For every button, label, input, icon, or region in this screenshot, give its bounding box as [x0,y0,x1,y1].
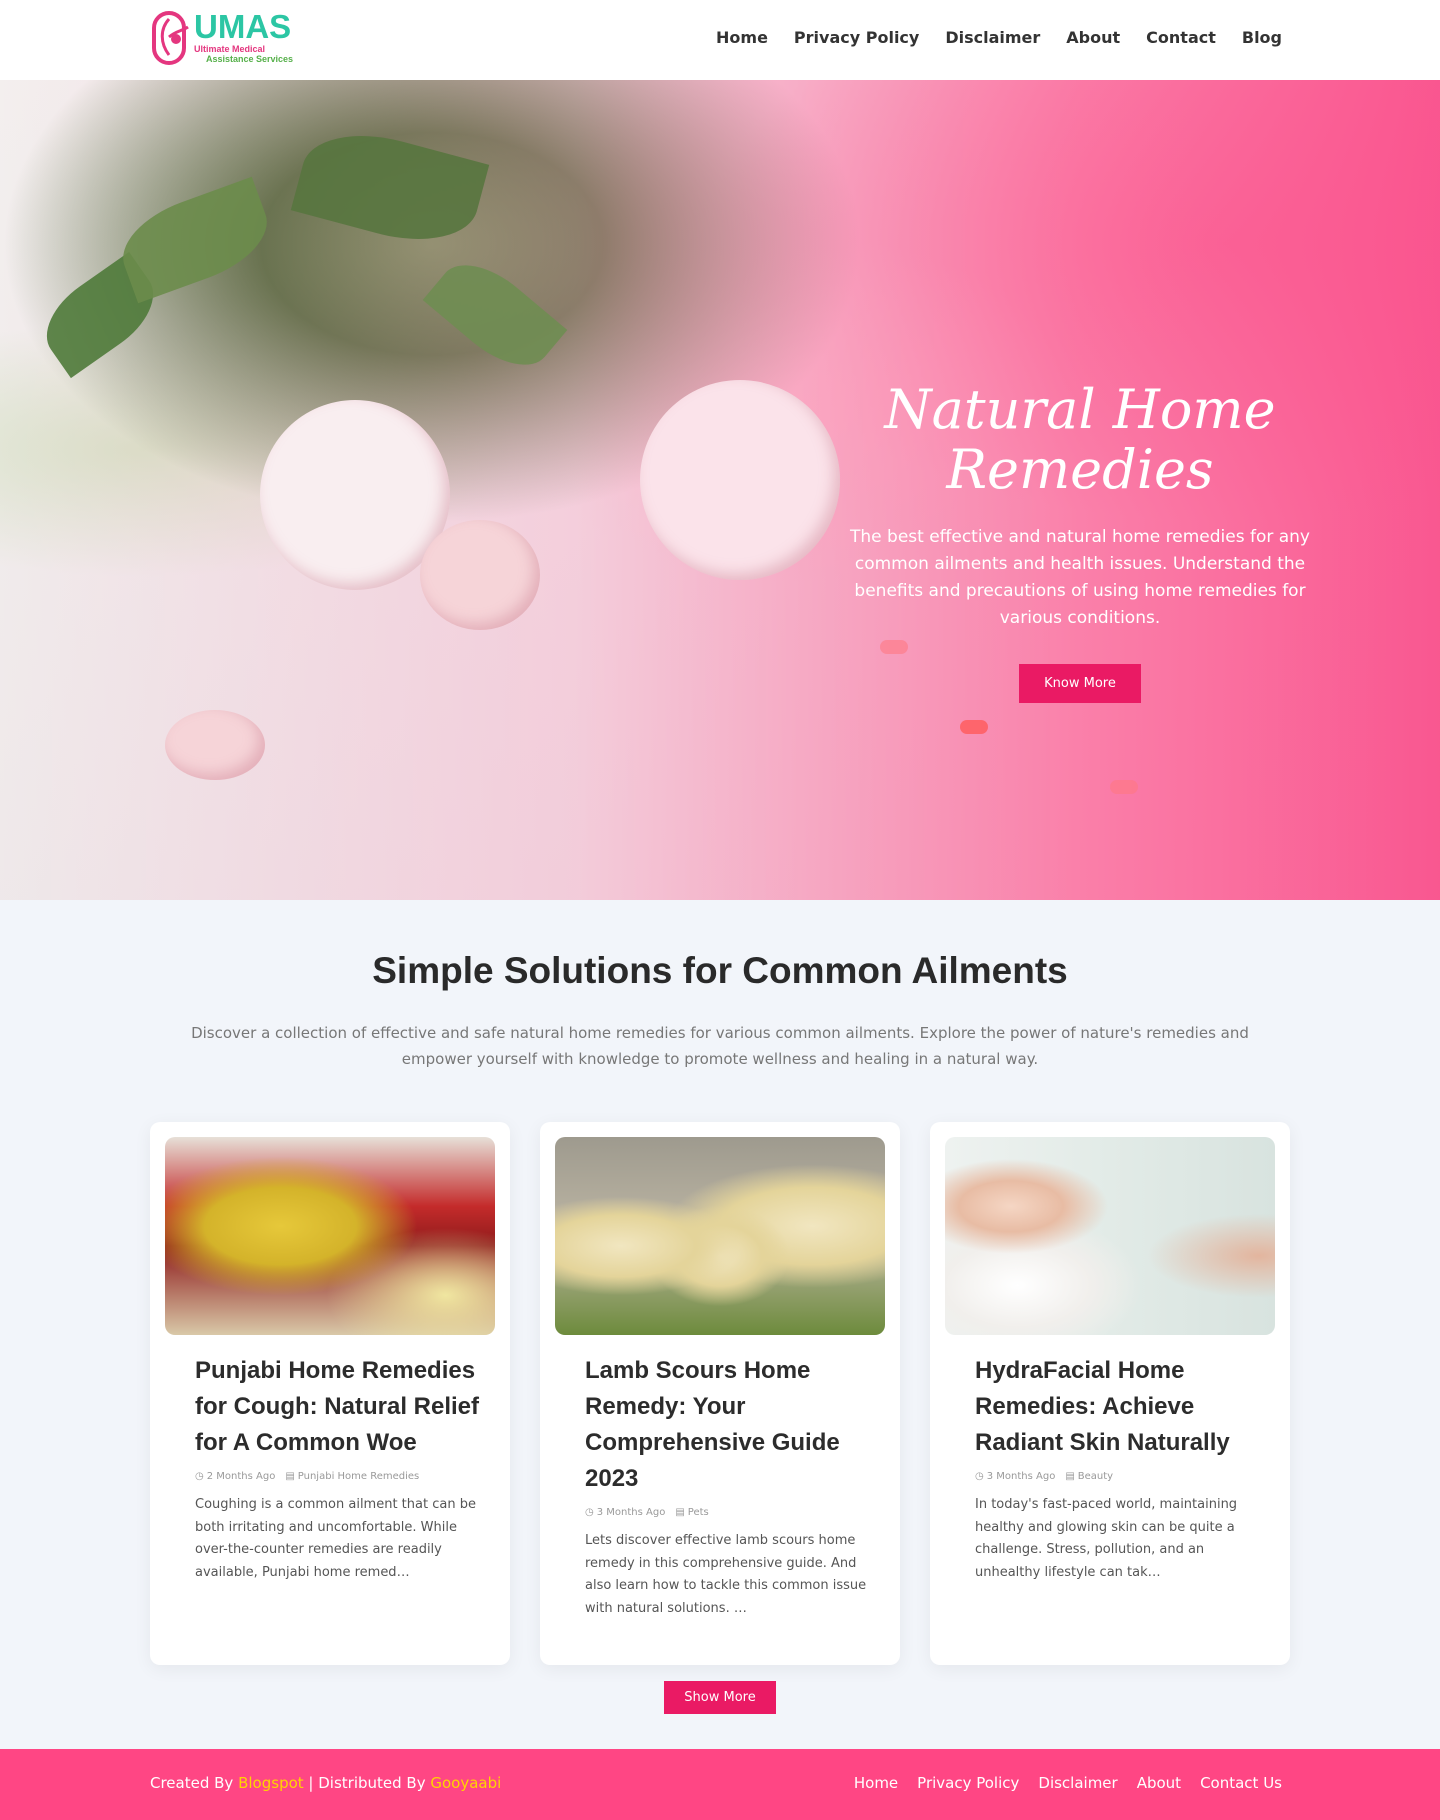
logo-line1: Ultimate Medical [194,44,266,54]
nav-disclaimer[interactable]: Disclaimer [945,28,1040,47]
hero-leaf-decoration [110,176,280,304]
post-category[interactable]: Pets [688,1507,709,1518]
hero-flower-decoration [640,380,840,580]
post-card[interactable]: Lamb Scours Home Remedy: Your Comprehens… [540,1122,900,1665]
logo-abbr: UMAS [194,8,292,45]
hero-description: The best effective and natural home reme… [850,527,1310,628]
post-thumbnail[interactable] [165,1137,495,1335]
post-time: 3 Months Ago [986,1471,1056,1482]
hero-leaf-decoration [422,246,568,384]
nav-blog[interactable]: Blog [1242,28,1282,47]
post-title[interactable]: Lamb Scours Home Remedy: Your Comprehens… [585,1353,870,1497]
hero-banner: Natural Home Remedies The best effective… [0,80,1440,900]
post-card[interactable]: HydraFacial Home Remedies: Achieve Radia… [930,1122,1290,1665]
hero-garlic-decoration [165,710,265,780]
post-excerpt: Coughing is a common ailment that can be… [195,1497,476,1580]
post-card[interactable]: Punjabi Home Remedies for Cough: Natural… [150,1122,510,1665]
footer-about[interactable]: About [1137,1774,1181,1792]
footer-nav: Home Privacy Policy Disclaimer About Con… [854,1774,1282,1792]
post-time: 2 Months Ago [206,1471,276,1482]
nav-home[interactable]: Home [716,28,768,47]
post-excerpt: In today's fast-paced world, maintaining… [975,1497,1238,1580]
hero-leaf-decoration [290,118,490,257]
post-thumbnail[interactable] [555,1137,885,1335]
post-excerpt: Lets discover effective lamb scours home… [585,1533,867,1616]
clock-icon: ◷ [975,1470,984,1482]
post-cards: Punjabi Home Remedies for Cough: Natural… [150,1122,1290,1665]
post-category[interactable]: Beauty [1078,1471,1113,1482]
footer-privacy-policy[interactable]: Privacy Policy [917,1774,1019,1792]
know-more-button[interactable]: Know More [1019,664,1141,703]
featured-posts-section: Simple Solutions for Common Ailments Dis… [0,900,1440,1714]
nav-contact[interactable]: Contact [1146,28,1216,47]
hero-pill-decoration [960,720,988,734]
site-footer: Created By Blogspot | Distributed By Goo… [0,1749,1440,1820]
folder-icon: ▤ [675,1506,685,1518]
clock-icon: ◷ [585,1506,594,1518]
post-category[interactable]: Punjabi Home Remedies [298,1471,419,1482]
post-meta: ◷ 2 Months Ago ▤ Punjabi Home Remedies [195,1471,480,1482]
show-more-button[interactable]: Show More [664,1681,776,1714]
post-meta: ◷ 3 Months Ago ▤ Beauty [975,1471,1260,1482]
post-time: 3 Months Ago [596,1507,666,1518]
post-thumbnail[interactable] [945,1137,1275,1335]
section-description: Discover a collection of effective and s… [191,1024,1249,1068]
footer-credits: Created By Blogspot | Distributed By Goo… [150,1774,502,1792]
folder-icon: ▤ [1065,1470,1075,1482]
logo-line2: Assistance Services [206,54,294,64]
post-meta: ◷ 3 Months Ago ▤ Pets [585,1507,870,1518]
nav-about[interactable]: About [1066,28,1120,47]
post-title[interactable]: HydraFacial Home Remedies: Achieve Radia… [975,1353,1260,1461]
clock-icon: ◷ [195,1470,204,1482]
footer-contact-us[interactable]: Contact Us [1200,1774,1282,1792]
footer-home[interactable]: Home [854,1774,898,1792]
site-header: UMAS Ultimate Medical Assistance Service… [0,0,1440,80]
post-title[interactable]: Punjabi Home Remedies for Cough: Natural… [195,1353,480,1461]
hero-garlic-decoration [420,520,540,630]
footer-disclaimer[interactable]: Disclaimer [1038,1774,1117,1792]
hero-pill-decoration [1110,780,1138,794]
logo-pill-icon [152,11,189,65]
nav-privacy-policy[interactable]: Privacy Policy [794,28,919,47]
hero-title: Natural Home Remedies [884,378,1276,501]
site-logo[interactable]: UMAS Ultimate Medical Assistance Service… [150,8,295,66]
blogspot-link[interactable]: Blogspot [238,1774,304,1792]
hero-content: Natural Home Remedies The best effective… [825,380,1335,703]
gooyaabi-link[interactable]: Gooyaabi [430,1774,501,1792]
section-title: Simple Solutions for Common Ailments [372,950,1068,991]
folder-icon: ▤ [285,1470,295,1482]
main-nav: Home Privacy Policy Disclaimer About Con… [716,28,1282,47]
